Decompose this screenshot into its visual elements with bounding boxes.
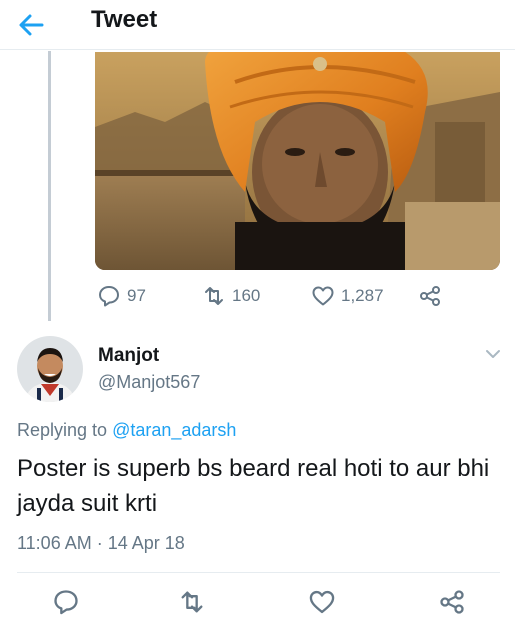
thread-connector-line — [48, 51, 51, 321]
retweet-count: 160 — [232, 286, 261, 305]
tweet-photo-turban-man-icon — [95, 52, 500, 270]
avatar[interactable] — [17, 336, 83, 402]
share-icon — [440, 590, 464, 614]
replying-to-line: Replying to @taran_adarsh — [17, 420, 236, 441]
author-handle[interactable]: @Manjot567 — [98, 372, 200, 393]
reply-icon — [97, 284, 121, 308]
back-arrow-icon[interactable] — [14, 8, 48, 42]
like-count: 1,287 — [341, 286, 384, 305]
page-title: Tweet — [91, 6, 158, 33]
tweet-timestamp: 11:06 AM · 14 Apr 18 — [17, 533, 185, 553]
replying-to-prefix: Replying to — [17, 420, 113, 440]
reply-icon — [54, 590, 78, 615]
tweet-photo[interactable] — [95, 52, 500, 270]
heart-icon — [309, 590, 335, 614]
parent-reply-action[interactable]: 97 — [97, 283, 146, 309]
parent-like-action[interactable]: 1,287 — [311, 283, 384, 309]
reply-button[interactable] — [52, 588, 80, 616]
like-button[interactable] — [308, 588, 336, 616]
heart-icon — [311, 284, 335, 308]
retweet-button[interactable] — [178, 588, 206, 616]
chevron-down-icon[interactable] — [482, 343, 504, 365]
divider — [17, 572, 500, 573]
top-bar: Tweet — [0, 0, 515, 50]
share-icon — [418, 284, 442, 308]
tweet-text: Poster is superb bs beard real hoti to a… — [17, 455, 490, 517]
parent-retweet-action[interactable]: 160 — [202, 283, 260, 309]
retweet-icon — [202, 284, 226, 308]
retweet-icon — [181, 591, 203, 613]
replying-to-mention[interactable]: @taran_adarsh — [112, 420, 236, 440]
reply-count: 97 — [127, 286, 146, 305]
share-button[interactable] — [438, 588, 466, 616]
parent-share-action[interactable] — [418, 283, 442, 309]
author-display-name[interactable]: Manjot — [98, 345, 159, 367]
